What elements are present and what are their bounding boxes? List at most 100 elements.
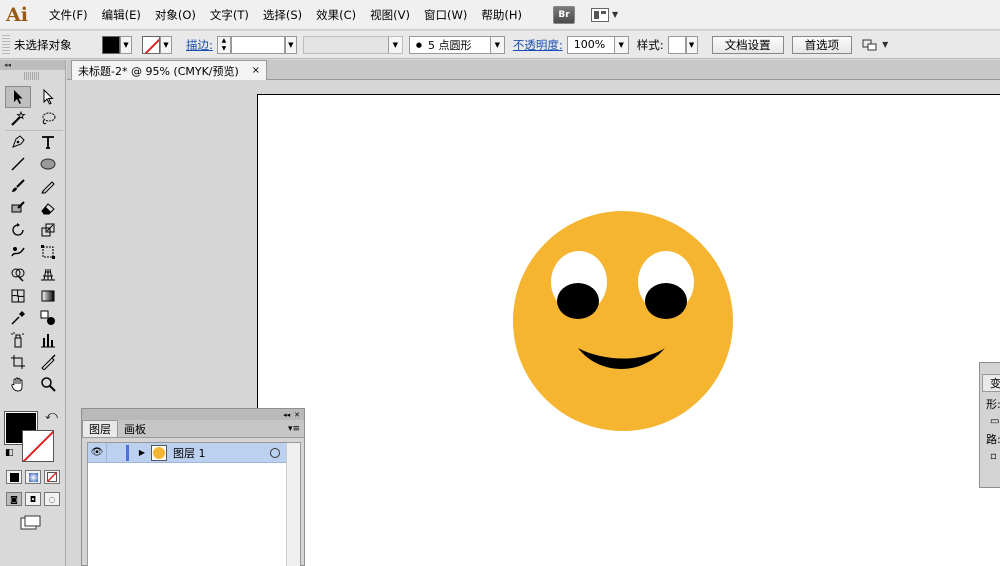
menu-help[interactable]: 帮助(H) [474, 0, 529, 30]
magic-wand-tool[interactable] [5, 108, 31, 130]
brush-definition-select[interactable]: ● 5 点圆形 ▼ [408, 35, 505, 54]
stroke-swatch[interactable] [142, 35, 160, 54]
color-icon [9, 472, 19, 482]
type-tool[interactable] [35, 131, 61, 153]
zoom-tool[interactable] [35, 373, 61, 395]
close-panel-icon[interactable]: ✕ [294, 411, 300, 419]
selection-tool[interactable] [5, 86, 31, 108]
pen-tool[interactable] [5, 131, 31, 153]
menu-view[interactable]: 视图(V) [363, 0, 417, 30]
none-mode-button[interactable] [44, 470, 60, 484]
fill-swatch[interactable] [102, 35, 120, 54]
draw-behind-button[interactable]: ◘ [25, 492, 41, 506]
expand-triangle-icon[interactable]: ▶ [135, 448, 149, 457]
tools-panel: ◂◂ ⤺ ◧ ◙ ◘ ◌ [0, 60, 66, 566]
tab-transform[interactable]: 变 [982, 374, 1000, 392]
line-icon [11, 157, 25, 171]
layer-list-scrollbar[interactable] [286, 443, 300, 566]
stroke-weight-dropdown[interactable]: ▼ [284, 35, 297, 54]
fill-dropdown[interactable]: ▼ [120, 35, 132, 54]
lock-toggle[interactable] [106, 442, 124, 463]
menu-edit[interactable]: 编辑(E) [95, 0, 148, 30]
pencil-icon [41, 181, 55, 194]
bridge-button[interactable]: Br [552, 5, 575, 24]
paintbrush-tool[interactable] [5, 175, 31, 197]
graphic-style-dropdown[interactable]: ▼ [685, 35, 698, 54]
panel-menu-icon[interactable]: ▾≡ [288, 424, 300, 434]
draw-inside-button[interactable]: ◌ [44, 492, 60, 506]
mesh-tool[interactable] [5, 285, 31, 307]
tab-layers[interactable]: 图层 [82, 420, 118, 437]
mesh-icon [11, 289, 25, 303]
layer-row[interactable]: 👁 ▶ 图层 1 [88, 442, 300, 463]
preferences-button[interactable]: 首选项 [791, 35, 853, 54]
default-fill-stroke-icon[interactable]: ◧ [5, 448, 14, 458]
ellipse-tool[interactable] [35, 153, 61, 175]
right-pupil[interactable] [645, 283, 687, 319]
column-graph-tool[interactable] [35, 329, 61, 351]
opacity-label[interactable]: 不透明度: [513, 37, 563, 53]
line-segment-tool[interactable] [5, 153, 31, 175]
layers-panel-titlebar[interactable]: ◂◂ ✕ [82, 409, 304, 420]
left-pupil[interactable] [557, 283, 599, 319]
color-mode-button[interactable] [6, 470, 22, 484]
variable-width-profile[interactable]: ▼ [302, 35, 403, 54]
menu-select[interactable]: 选择(S) [256, 0, 309, 30]
stroke-color-swatch[interactable] [22, 430, 54, 462]
symbol-sprayer-icon [11, 332, 24, 348]
collapse-icon[interactable]: ◂◂ [0, 60, 65, 70]
eyedropper-tool[interactable] [5, 307, 31, 329]
tools-panel-grip[interactable] [24, 72, 40, 80]
symbol-sprayer-tool[interactable] [5, 329, 31, 351]
screen-mode-button[interactable] [20, 515, 42, 534]
perspective-grid-tool[interactable] [35, 263, 61, 285]
hand-tool[interactable] [5, 373, 31, 395]
menu-window[interactable]: 窗口(W) [417, 0, 474, 30]
control-bar-grip[interactable] [2, 34, 10, 55]
blob-brush-tool[interactable] [5, 197, 31, 219]
layers-panel-tabs: 图层 画板 ▾≡ [82, 420, 304, 438]
app-logo: Ai [6, 3, 28, 26]
stroke-dropdown[interactable]: ▼ [160, 35, 172, 54]
pencil-tool[interactable] [35, 175, 61, 197]
artboard-tool[interactable] [5, 351, 31, 373]
stroke-weight-input[interactable] [230, 35, 285, 54]
gradient-mode-button[interactable] [25, 470, 41, 484]
gradient-swatch-icon [28, 472, 38, 482]
free-transform-tool[interactable] [35, 241, 61, 263]
path-icon[interactable]: ▫ [980, 451, 1000, 462]
menu-file[interactable]: 文件(F) [42, 0, 95, 30]
close-icon[interactable]: × [252, 65, 260, 76]
lasso-tool[interactable] [35, 108, 61, 130]
smiley-face-artwork[interactable] [512, 210, 734, 432]
menu-effect[interactable]: 效果(C) [309, 0, 363, 30]
stroke-weight-spinner[interactable]: ▲ ▼ [216, 35, 231, 54]
document-setup-button[interactable]: 文档设置 [711, 35, 784, 54]
opacity-input[interactable]: 100% ▼ [566, 35, 629, 54]
slice-tool[interactable] [35, 351, 61, 373]
collapse-panel-icon[interactable]: ◂◂ [283, 411, 290, 419]
shape-builder-tool[interactable] [5, 263, 31, 285]
graphic-style-swatch[interactable] [667, 35, 686, 54]
stroke-label[interactable]: 描边: [186, 37, 213, 53]
rotate-tool[interactable] [5, 219, 31, 241]
warp-tool[interactable] [5, 241, 31, 263]
swap-fill-stroke-icon[interactable]: ⤺ [45, 408, 58, 423]
gradient-tool[interactable] [35, 285, 61, 307]
eraser-tool[interactable] [35, 197, 61, 219]
document-tab[interactable]: 未标题-2* @ 95% (CMYK/预览) × [71, 60, 267, 80]
visibility-eye-icon[interactable]: 👁 [88, 447, 106, 458]
direct-selection-tool[interactable] [35, 86, 61, 108]
arrange-documents-button[interactable]: ▼ [590, 7, 618, 22]
layer-name[interactable]: 图层 1 [173, 445, 206, 461]
draw-normal-button[interactable]: ◙ [6, 492, 22, 506]
blend-tool[interactable] [35, 307, 61, 329]
shape-icon[interactable]: ▭ [980, 416, 1000, 427]
target-circle-icon[interactable] [270, 447, 280, 458]
face-circle[interactable] [513, 211, 733, 431]
menu-type[interactable]: 文字(T) [203, 0, 256, 30]
scale-tool[interactable] [35, 219, 61, 241]
menu-object[interactable]: 对象(O) [148, 0, 203, 30]
isolate-options-button[interactable]: ▼ [862, 38, 888, 52]
tab-artboards[interactable]: 画板 [118, 420, 152, 437]
